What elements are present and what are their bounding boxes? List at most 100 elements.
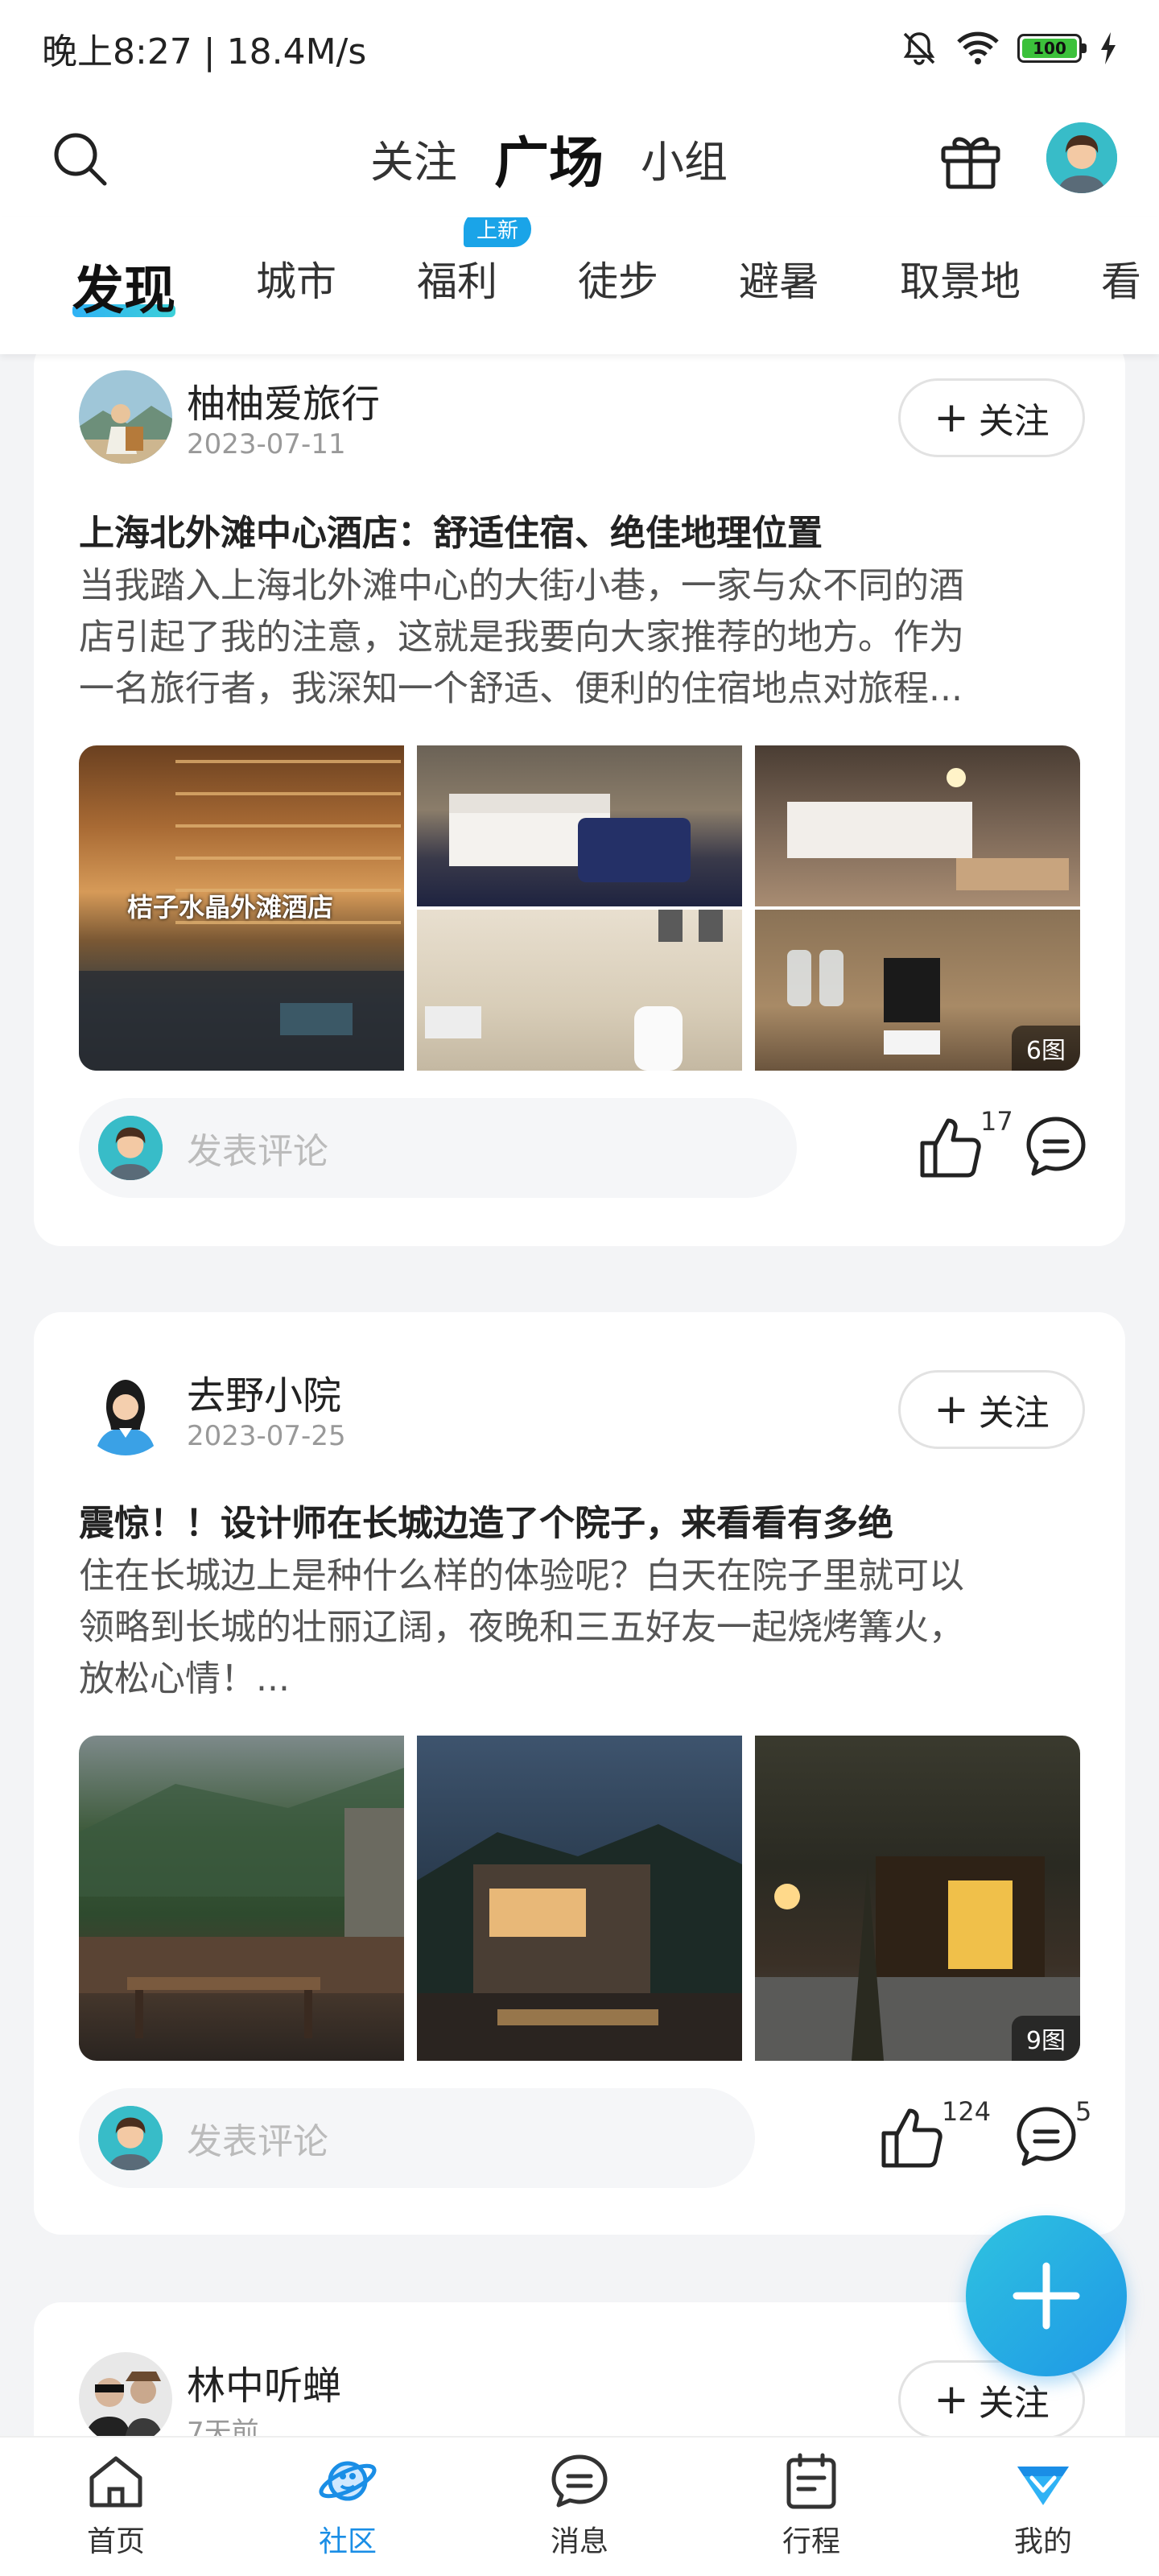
post-date: 2023-07-11 [187,428,346,460]
image-count-badge: 9图 [1011,2016,1080,2061]
status-time: 晚上8:27 | 18.4M/s [42,31,367,72]
post-image[interactable] [79,1736,404,2061]
planet-icon [319,2461,377,2501]
comment-bubble-icon [1026,1117,1086,1176]
comment-button[interactable] [1022,1113,1087,1185]
plus-icon: + [934,394,969,442]
description-line: 住在长城边上是种什么样的体验呢？白天在院子里就可以 [79,1555,964,1596]
post-actions-row: 发表评论 124 5 [79,2088,1091,2188]
comment-placeholder: 发表评论 [187,2121,328,2162]
author-name[interactable]: 柚柚爱旅行 [187,372,380,428]
comment-button[interactable]: 5 [1013,2096,1093,2175]
comment-avatar [98,1116,163,1180]
post-image-column: 6图 [755,745,1080,1071]
follow-label: 关注 [978,1393,1050,1434]
follow-button[interactable]: + 关注 [898,378,1085,457]
category-more[interactable]: 看 [1101,250,1141,324]
comment-placeholder: 发表评论 [187,1131,328,1172]
bottom-nav-label: 首页 [86,2525,145,2558]
like-button[interactable]: 17 [916,1106,1013,1185]
description-line: 领略到长城的壮丽辽阔，夜晚和三五好友一起烧烤篝火， [79,1607,964,1648]
feed-tabs: 关注 广场 小组 [370,100,821,198]
post-image[interactable] [755,745,1080,906]
category-summer[interactable]: 避暑 [739,250,819,324]
post-card[interactable]: 去野小院 2023-07-25 + 关注 震惊！！设计师在长城边造了个院子，来看… [34,1312,1125,2235]
create-post-button[interactable] [966,2215,1127,2376]
tab-groups[interactable]: 小组 [641,126,728,190]
post-card[interactable]: 柚柚爱旅行 2023-07-11 + 关注 上海北外滩中心酒店：舒适住宿、绝佳地… [34,338,1125,1246]
category-discover[interactable]: 发现 [72,250,175,324]
like-count: 17 [980,1106,1013,1137]
status-icons: 100 [900,29,1117,68]
comment-bubble-icon [1017,2107,1076,2166]
post-image[interactable] [417,910,742,1071]
image-overlay-text: 桔子水晶外滩酒店 [127,892,334,923]
author-avatar[interactable] [79,1362,172,1455]
battery-icon: 100 [1017,34,1087,63]
post-actions-row: 发表评论 17 [79,1098,1087,1198]
bottom-nav-profile[interactable]: 我的 [927,2438,1159,2576]
bottom-nav: 首页 社区 消息 行程 我的 [0,2436,1159,2576]
mute-bell-icon [903,32,935,65]
plus-icon: + [934,2376,969,2424]
charging-icon [1101,32,1116,64]
user-avatar[interactable] [1046,122,1117,193]
post-image-grid[interactable]: 9图 [79,1736,1080,2061]
author-avatar[interactable] [79,2352,172,2446]
like-button[interactable]: 124 [877,2096,991,2175]
thumbs-up-icon [881,2108,942,2168]
post-image[interactable] [417,745,742,906]
wifi-icon [957,31,999,64]
category-filming-spots[interactable]: 取景地 [900,250,1021,324]
plus-icon [1013,2262,1080,2330]
post-image-grid[interactable]: 桔子水晶外滩酒店 6图 [79,745,1080,1071]
plus-icon: + [934,1385,969,1434]
follow-label: 关注 [978,401,1050,442]
comment-input[interactable]: 发表评论 [79,1098,797,1198]
home-icon [89,2456,142,2508]
description-line: 一名旅行者，我深知一个舒适、便利的住宿地点对旅程... [79,668,963,709]
post-image-column [417,745,742,1071]
bottom-nav-label: 社区 [318,2525,377,2558]
post-description[interactable]: 住在长城边上是种什么样的体验呢？白天在院子里就可以 领略到长城的壮丽辽阔，夜晚和… [79,1550,1093,1705]
tab-square[interactable]: 广场 [476,100,604,198]
comment-input[interactable]: 发表评论 [79,2088,755,2188]
bottom-nav-itinerary[interactable]: 行程 [695,2438,927,2576]
description-line: 当我踏入上海北外滩中心的大街小巷，一家与众不同的酒 [79,565,964,606]
profile-diamond-icon [1017,2467,1069,2505]
bottom-nav-community[interactable]: 社区 [232,2438,464,2576]
search-icon[interactable] [48,127,113,192]
author-name[interactable]: 林中听蝉 [187,2354,341,2410]
author-name[interactable]: 去野小院 [187,1364,341,1420]
category-welfare-label: 福利 [417,258,497,305]
post-title[interactable]: 震惊！！设计师在长城边造了个院子，来看看有多绝 [79,1494,893,1546]
description-line: 店引起了我的注意，这就是我要向大家推荐的地方。作为 [79,617,964,658]
follow-button[interactable]: + 关注 [898,1370,1085,1449]
post-title[interactable]: 上海北外滩中心酒店：舒适住宿、绝佳地理位置 [79,504,823,555]
tab-following[interactable]: 关注 [370,126,457,190]
new-badge: 上新 [464,217,532,247]
post-author-row: 去野小院 2023-07-25 + 关注 [79,1362,1085,1467]
post-image[interactable]: 桔子水晶外滩酒店 [79,745,404,1071]
category-bar: 发现 城市 上新 福利 徒步 避暑 取景地 看 [0,217,1159,354]
category-city[interactable]: 城市 [256,250,336,324]
itinerary-icon [786,2453,836,2509]
category-hiking[interactable]: 徒步 [578,250,658,324]
follow-label: 关注 [978,2383,1050,2424]
gift-icon[interactable] [937,126,1004,193]
post-description[interactable]: 当我踏入上海北外滩中心的大街小巷，一家与众不同的酒 店引起了我的注意，这就是我要… [79,560,1093,715]
message-icon [551,2454,608,2508]
like-count: 124 [942,2096,992,2127]
post-image[interactable] [417,1736,742,2061]
thumbs-up-icon [920,1118,981,1178]
bottom-nav-label: 我的 [1013,2525,1072,2558]
post-image[interactable]: 9图 [755,1736,1080,2061]
comment-avatar [98,2106,163,2170]
app-screen: 晚上8:27 | 18.4M/s 100 关注 广场 小组 发现 城市 上新 福… [0,0,1159,2576]
bottom-nav-messages[interactable]: 消息 [464,2438,695,2576]
bottom-nav-home[interactable]: 首页 [0,2438,232,2576]
status-bar: 晚上8:27 | 18.4M/s 100 [0,0,1159,97]
bottom-nav-label: 消息 [550,2525,608,2558]
author-avatar[interactable] [79,370,172,464]
category-welfare[interactable]: 上新 福利 [417,217,532,324]
